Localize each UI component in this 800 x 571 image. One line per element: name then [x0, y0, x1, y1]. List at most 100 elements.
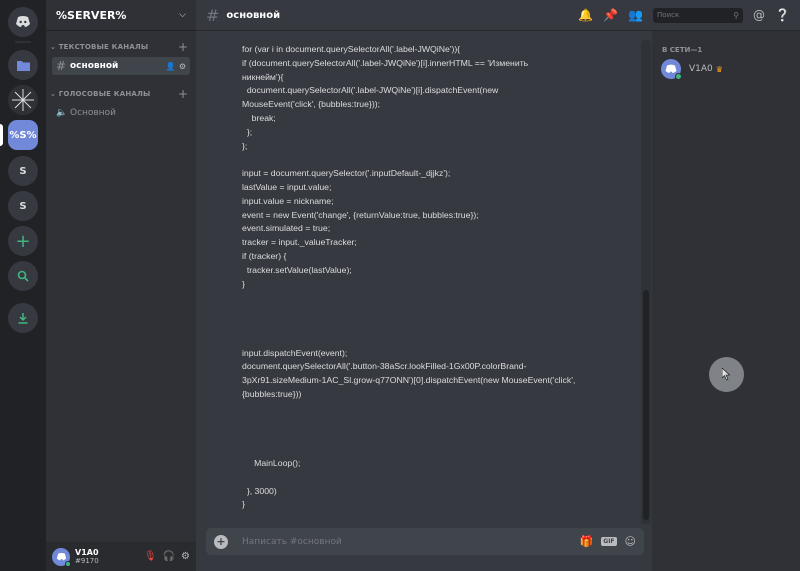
code-line: tracker.setValue(lastValue); — [242, 264, 352, 275]
search-icon: ⚲ — [733, 10, 740, 20]
message-content: for (var i in document.querySelectorAll(… — [242, 43, 622, 522]
server-active[interactable]: %S% — [8, 120, 38, 150]
gift-icon[interactable]: 🎁 — [580, 535, 594, 548]
search-placeholder: Поиск — [657, 11, 680, 19]
crown-icon: ♛ — [715, 64, 723, 74]
search-input[interactable]: Поиск ⚲ — [653, 7, 744, 23]
channel-item-osnovnoy[interactable]: # основной 👤 ⚙ — [52, 57, 190, 75]
download-icon[interactable] — [8, 303, 38, 333]
add-channel-icon[interactable]: + — [178, 88, 188, 100]
hash-icon: # — [206, 5, 220, 25]
user-info: V1A0 #9170 — [75, 548, 144, 566]
code-line: никнейм'){ — [242, 71, 284, 82]
code-line: } — [242, 499, 245, 510]
code-line: lastValue = input.value; — [242, 181, 332, 192]
code-line: event = new Event('change', {returnValue… — [242, 209, 479, 220]
scrollbar[interactable] — [641, 40, 651, 524]
category-voice-channels[interactable]: ⌄ ГОЛОСОВЫЕ КАНАЛЫ + — [46, 87, 196, 101]
member-list: В СЕТИ—1 V1A0 ♛ — [652, 31, 800, 571]
rail-separator — [15, 41, 31, 43]
mute-mic-icon[interactable]: 🎙 — [144, 551, 157, 562]
avatar[interactable] — [52, 547, 71, 567]
member-group-heading: В СЕТИ—1 — [662, 46, 703, 54]
gear-icon[interactable]: ⚙ — [181, 551, 190, 562]
code-line: }; — [242, 140, 248, 151]
server-snowflake-icon[interactable] — [8, 85, 38, 115]
add-server-icon[interactable]: + — [8, 226, 38, 256]
code-line: 3pXr91.sizeMedium-1AC_Sl.grow-q77ONN')[0… — [242, 375, 576, 386]
category-label: ⌄ ГОЛОСОВЫЕ КАНАЛЫ — [50, 90, 151, 98]
scrollbar-thumb[interactable] — [643, 290, 649, 520]
code-line: input.value = nickname; — [242, 195, 334, 206]
gear-icon[interactable]: ⚙ — [179, 62, 186, 71]
code-line: input = document.querySelector('.inputDe… — [242, 168, 451, 179]
pin-icon[interactable]: 📌 — [603, 8, 618, 22]
online-status-icon — [675, 73, 682, 80]
user-tag: #9170 — [75, 556, 99, 565]
channel-sidebar: %SERVER% ⌵ ⌄ ТЕКСТОВЫЕ КАНАЛЫ + # основн… — [46, 0, 196, 571]
bell-icon[interactable]: 🔔 — [578, 8, 593, 22]
online-status-icon — [65, 560, 71, 567]
speaker-icon: 🔈 — [56, 108, 68, 118]
headphones-icon[interactable]: 🎧 — [163, 551, 175, 562]
help-icon[interactable]: ❔ — [775, 8, 790, 22]
code-line: } — [242, 278, 245, 289]
avatar — [661, 59, 682, 80]
username: V1A0 — [75, 547, 99, 557]
code-line: tracker = input._valueTracker; — [242, 237, 357, 248]
code-line: input.dispatchEvent(event); — [242, 347, 348, 358]
user-panel: V1A0 #9170 🎙 🎧 ⚙ — [46, 542, 196, 571]
code-line: MouseEvent('click', {bubbles:true})); — [242, 99, 381, 110]
code-line: break; — [242, 112, 276, 123]
click-indicator — [709, 357, 744, 392]
server-rail: %S% S S + — [0, 0, 46, 571]
category-label: ⌄ ТЕКСТОВЫЕ КАНАЛЫ — [50, 43, 149, 51]
code-line: for (var i in document.querySelectorAll(… — [242, 44, 461, 54]
gif-button[interactable]: GIF — [601, 537, 617, 546]
code-line: MainLoop(); — [242, 457, 301, 468]
mention-icon[interactable]: @ — [753, 8, 765, 22]
folder-icon[interactable] — [8, 50, 38, 80]
server-s-2[interactable]: S — [8, 191, 38, 221]
channel-name: Основной — [70, 108, 116, 118]
message-input[interactable]: Написать #основной — [242, 537, 580, 547]
server-s-1[interactable]: S — [8, 156, 38, 186]
code-line: if (document.querySelectorAll('.label-JW… — [242, 57, 529, 68]
server-header[interactable]: %SERVER% ⌵ — [46, 0, 196, 31]
chevron-down-icon: ⌵ — [179, 10, 186, 20]
code-line: }; — [242, 126, 253, 137]
code-line: if (tracker) { — [242, 250, 287, 261]
code-line: }, 3000) — [242, 485, 277, 496]
emoji-icon[interactable]: ☺ — [625, 535, 636, 548]
invite-icon[interactable]: 👤 — [166, 62, 176, 71]
channel-name: основной — [70, 61, 119, 71]
add-attachment-icon[interactable]: + — [214, 534, 228, 549]
voice-channel-item-osnovnoy[interactable]: 🔈 Основной — [52, 104, 190, 122]
explore-servers-icon[interactable] — [8, 261, 38, 291]
discord-home-icon[interactable] — [8, 7, 38, 37]
category-text-channels[interactable]: ⌄ ТЕКСТОВЫЕ КАНАЛЫ + — [46, 40, 196, 54]
member-item[interactable]: V1A0 ♛ — [661, 59, 723, 80]
code-line: event.simulated = true; — [242, 223, 331, 234]
server-name: %SERVER% — [56, 8, 127, 22]
add-channel-icon[interactable]: + — [178, 41, 188, 53]
message-composer[interactable]: + Написать #основной 🎁 GIF ☺ — [206, 528, 644, 555]
message-list[interactable]: for (var i in document.querySelectorAll(… — [196, 31, 652, 522]
members-icon[interactable]: 👥 — [628, 8, 643, 22]
hash-icon: # — [56, 59, 67, 73]
page-title: основной — [226, 9, 281, 21]
channel-header: # основной 🔔 📌 👥 Поиск ⚲ @ ❔ — [196, 0, 800, 31]
active-server-indicator — [0, 124, 3, 146]
code-line: document.querySelectorAll('.label-JWQiNe… — [242, 85, 499, 96]
